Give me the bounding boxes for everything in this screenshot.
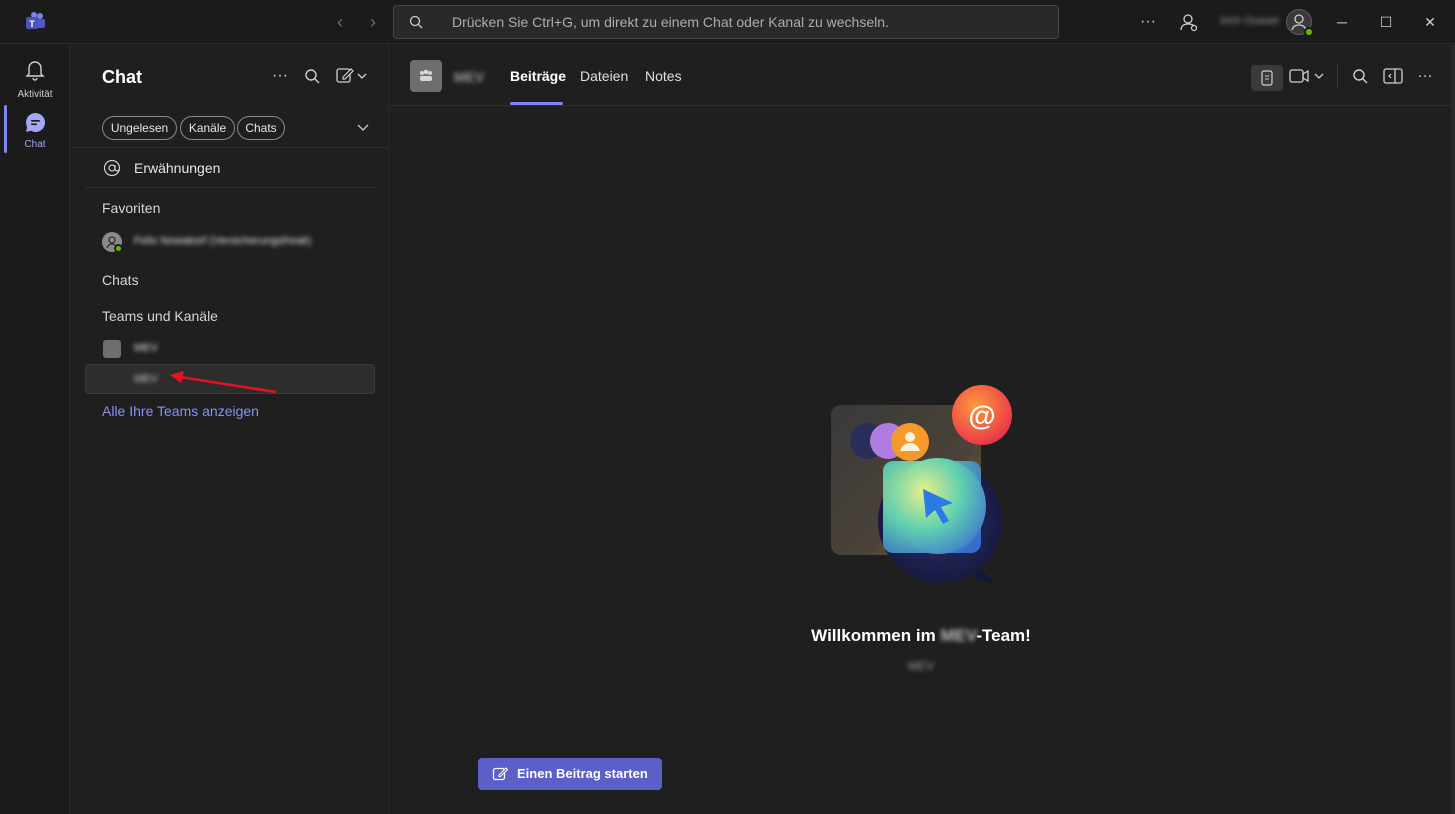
chevron-down-icon[interactable]	[356, 122, 370, 134]
channel-name: MEV	[134, 373, 158, 385]
header-team-name: MEV	[454, 69, 485, 85]
welcome-suffix: -Team!	[976, 626, 1031, 645]
mentions-item[interactable]: Erwähnungen	[99, 156, 369, 182]
team-icon	[103, 340, 121, 358]
forward-arrow-icon[interactable]: ›	[363, 12, 383, 32]
filter-channels-button[interactable]: Kanäle	[180, 116, 235, 140]
more-options-icon[interactable]: ···	[269, 65, 291, 87]
filter-unread-button[interactable]: Ungelesen	[102, 116, 177, 140]
minimize-button[interactable]: ─	[1328, 8, 1356, 36]
tab-posts[interactable]: Beiträge	[510, 68, 566, 84]
divider	[71, 147, 389, 148]
search-icon	[409, 15, 423, 29]
team-icon	[420, 69, 432, 81]
at-icon	[103, 159, 121, 177]
tab-files[interactable]: Dateien	[580, 68, 628, 84]
tab-notes[interactable]: Notes	[645, 68, 682, 84]
team-name: MEV	[134, 342, 158, 354]
team-item[interactable]: MEV	[99, 337, 374, 361]
more-options-icon[interactable]: ···	[1413, 64, 1437, 88]
teams-logo-icon: T	[26, 12, 45, 29]
close-window-button[interactable]: ✕	[1416, 8, 1444, 36]
active-tab-indicator	[510, 102, 563, 105]
all-teams-link[interactable]: Alle Ihre Teams anzeigen	[102, 403, 259, 419]
chats-header[interactable]: Chats	[102, 272, 139, 288]
rail-item-chat[interactable]: Chat	[0, 107, 70, 163]
compose-icon	[492, 766, 509, 782]
info-panel-icon	[1261, 70, 1273, 86]
maximize-button[interactable]: ☐	[1372, 8, 1400, 36]
channel-header: MEV Beiträge Dateien Notes ···	[390, 45, 1451, 106]
video-call-icon[interactable]	[1288, 64, 1328, 88]
chat-list-pane: Chat ··· Ungelesen Kanäle Chats Erwähnun…	[71, 45, 389, 814]
filter-chats-button[interactable]: Chats	[237, 116, 285, 140]
team-avatar	[410, 60, 442, 92]
welcome-illustration: @	[831, 385, 1012, 584]
presence-available-icon	[1304, 27, 1314, 37]
rail-item-activity[interactable]: Aktivität	[0, 51, 70, 107]
presence-available-icon	[114, 244, 123, 253]
annotation-arrow-icon	[170, 371, 277, 394]
user-avatar[interactable]	[1286, 9, 1314, 37]
user-name: Irich Ousset	[1220, 15, 1279, 27]
pop-out-icon[interactable]	[1381, 64, 1405, 88]
scrollbar[interactable]	[1451, 45, 1455, 814]
welcome-team-name: MEV	[940, 626, 977, 645]
search-input[interactable]	[452, 13, 1032, 31]
more-options-icon[interactable]: ···	[1136, 10, 1160, 34]
svg-text:@: @	[968, 400, 995, 431]
welcome-title: Willkommen im MEV-Team!	[390, 626, 1452, 646]
favorites-header[interactable]: Favoriten	[102, 200, 160, 216]
avatar	[102, 232, 123, 253]
svg-text:T: T	[29, 19, 35, 29]
favorite-chat-item[interactable]: Felix Nowakorf (Versicherungsfreak)	[99, 229, 374, 255]
rail-label-activity: Aktivität	[17, 89, 53, 100]
header-divider	[1337, 63, 1338, 89]
new-chat-icon[interactable]	[334, 65, 370, 87]
people-settings-icon[interactable]	[1177, 10, 1201, 34]
main-content: MEV Beiträge Dateien Notes ··· @ Willkom…	[390, 45, 1455, 814]
pane-title: Chat	[102, 67, 142, 87]
channel-info-button[interactable]	[1251, 65, 1283, 91]
welcome-prefix: Willkommen im	[811, 626, 941, 645]
search-icon[interactable]	[301, 65, 323, 87]
divider	[85, 187, 375, 188]
favorite-chat-name: Felix Nowakorf (Versicherungsfreak)	[134, 235, 312, 247]
chat-icon	[26, 112, 46, 132]
search-icon[interactable]	[1348, 64, 1372, 88]
mentions-label: Erwähnungen	[134, 160, 221, 176]
start-post-label: Einen Beitrag starten	[517, 766, 648, 781]
teams-header[interactable]: Teams und Kanäle	[102, 308, 218, 324]
app-rail: Aktivität Chat	[0, 45, 70, 814]
welcome-subtitle: MEV	[907, 659, 934, 673]
start-post-button[interactable]: Einen Beitrag starten	[478, 758, 662, 790]
bell-icon	[25, 61, 45, 81]
title-bar: T ‹ › ··· Irich Ousset ─ ☐ ✕	[0, 0, 1455, 44]
back-arrow-icon[interactable]: ‹	[330, 12, 350, 32]
rail-label-chat: Chat	[24, 139, 46, 150]
search-box[interactable]	[393, 5, 1059, 39]
